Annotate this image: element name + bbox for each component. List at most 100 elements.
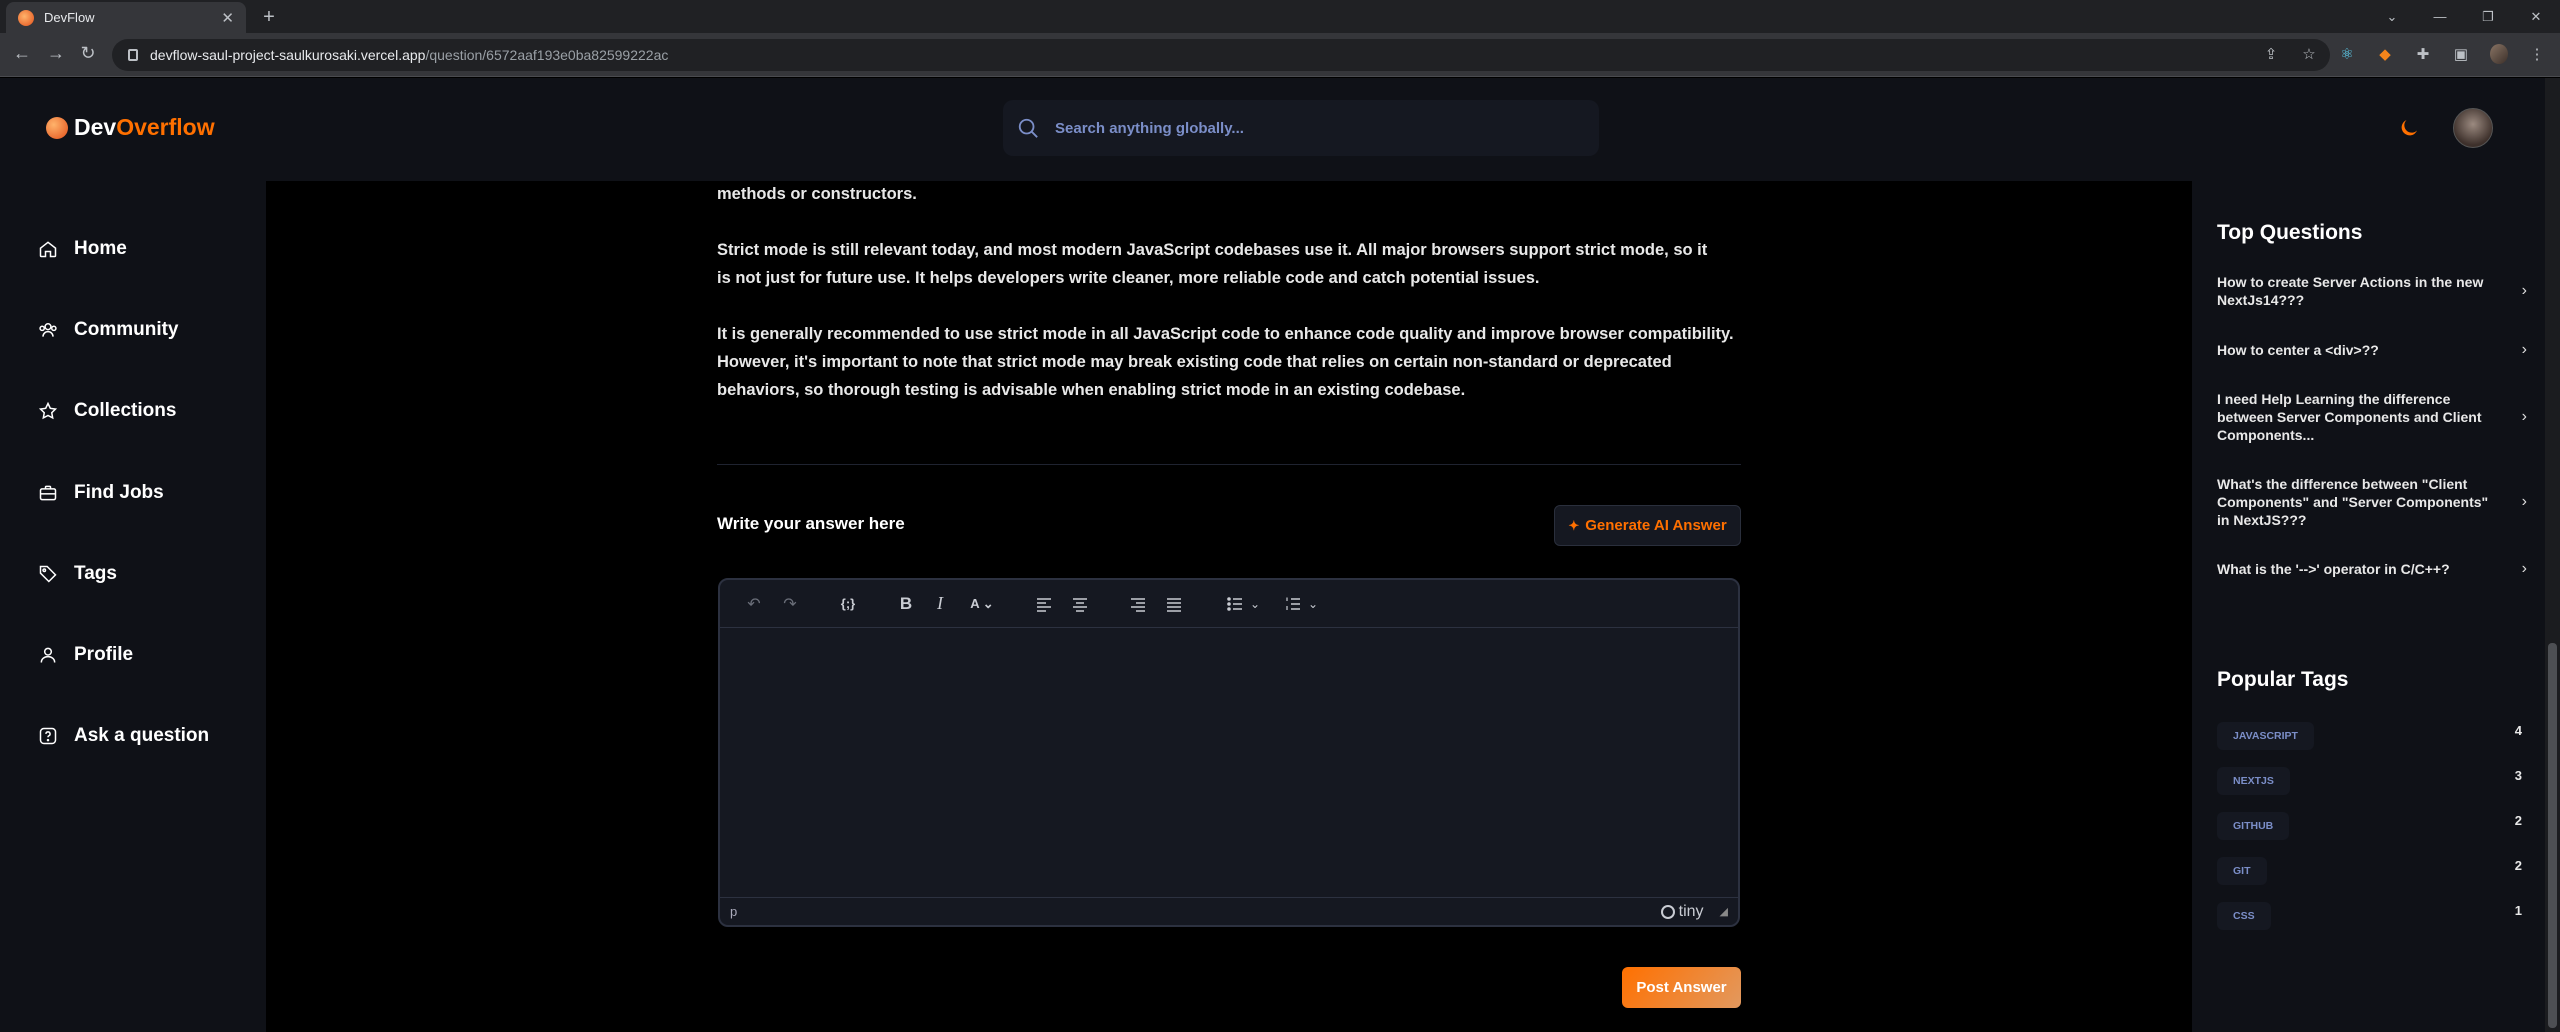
editor-statusbar: p tiny ◢ xyxy=(720,897,1738,925)
sidebar-item-ask-question[interactable]: Ask a question xyxy=(38,725,209,747)
sidebar-item-label: Ask a question xyxy=(74,725,210,746)
tag-pill[interactable]: JAVASCRIPT xyxy=(2217,722,2314,750)
window-close-icon[interactable]: ✕ xyxy=(2512,9,2560,25)
bullet-list-icon[interactable]: ⌄ xyxy=(1214,588,1272,620)
scrollbar-thumb[interactable] xyxy=(2548,643,2557,1028)
logo-icon xyxy=(46,116,68,139)
post-answer-button[interactable]: Post Answer xyxy=(1622,967,1741,1008)
minimize-icon[interactable]: — xyxy=(2416,9,2464,24)
sidebar-item-profile[interactable]: Profile xyxy=(38,644,133,666)
top-question-text: I need Help Learning the difference betw… xyxy=(2217,391,2482,443)
tag-pill[interactable]: GIT xyxy=(2217,857,2267,885)
sidebar-item-community[interactable]: Community xyxy=(38,319,179,341)
editor-content-area[interactable] xyxy=(720,628,1738,898)
editor-toolbar: ↶ ↷ {;} B I A ⌄ ⌄ ⌄ xyxy=(720,580,1738,628)
tag-row: NEXTJS 3 xyxy=(2217,767,2522,795)
divider xyxy=(717,464,1741,465)
reload-icon[interactable]: ↻ xyxy=(76,43,100,64)
address-bar: ← → ↻ devflow-saul-project-saulkurosaki.… xyxy=(0,33,2560,77)
codesample-icon[interactable]: {;} xyxy=(830,588,866,620)
top-question-text: What is the '-->' operator in C/C++? xyxy=(2217,561,2450,577)
search-input[interactable] xyxy=(1055,119,1555,137)
italic-icon[interactable]: I xyxy=(924,588,956,620)
tag-count: 3 xyxy=(2514,767,2522,783)
text-color-icon[interactable]: A ⌄ xyxy=(956,588,1008,620)
browser-tab[interactable]: DevFlow ✕ xyxy=(6,2,246,33)
tag-pill[interactable]: GITHUB xyxy=(2217,812,2290,840)
top-question-item[interactable]: How to center a <div>?? › xyxy=(2217,341,2527,359)
top-questions-title: Top Questions xyxy=(2217,221,2363,244)
react-devtools-icon[interactable]: ⚛ xyxy=(2338,45,2356,63)
new-tab-icon[interactable]: + xyxy=(257,5,281,29)
sparkles-icon: ✦ xyxy=(1568,517,1580,533)
tiny-brand[interactable]: tiny xyxy=(1660,902,1704,921)
generate-ai-answer-button[interactable]: ✦ Generate AI Answer xyxy=(1554,505,1741,546)
chevron-right-icon: › xyxy=(2521,282,2527,299)
url-path: /question/6572aaf193e0ba82599222ac xyxy=(425,47,669,63)
forward-icon[interactable]: → xyxy=(44,43,68,64)
resize-handle-icon[interactable]: ◢ xyxy=(1720,905,1728,918)
right-sidebar: Top Questions How to create Server Actio… xyxy=(2192,181,2545,1032)
share-icon[interactable]: ⇪ xyxy=(2262,45,2280,63)
chevron-right-icon: › xyxy=(2521,493,2527,510)
tiny-brand-label: tiny xyxy=(1678,902,1704,920)
tag-row: JAVASCRIPT 4 xyxy=(2217,722,2522,750)
tab-close-icon[interactable]: ✕ xyxy=(221,9,234,27)
align-center-icon[interactable] xyxy=(1062,588,1098,620)
tag-pill[interactable]: CSS xyxy=(2217,902,2271,930)
tag-pill[interactable]: NEXTJS xyxy=(2217,767,2290,795)
bookmark-star-icon[interactable]: ☆ xyxy=(2300,45,2318,63)
sidebar-item-find-jobs[interactable]: Find Jobs xyxy=(38,482,164,504)
extension-icons: ⇪ ☆ ⚛ ◆ ✚ ▣ ⋮ xyxy=(2262,44,2546,64)
sidebar-item-label: Collections xyxy=(74,400,177,421)
answer-paragraph: It is generally recommended to use stric… xyxy=(717,325,1734,399)
undo-icon[interactable]: ↶ xyxy=(736,588,772,620)
sidebar-item-tags[interactable]: Tags xyxy=(38,563,117,585)
write-answer-label: Write your answer here xyxy=(717,514,905,533)
sidebar-item-label: Profile xyxy=(74,644,134,665)
top-question-text: What's the difference between "Client Co… xyxy=(2217,476,2489,528)
top-question-item[interactable]: What is the '-->' operator in C/C++? › xyxy=(2217,560,2527,578)
popular-tags-title: Popular Tags xyxy=(2217,668,2349,691)
extensions-puzzle-icon[interactable]: ✚ xyxy=(2414,45,2432,63)
moon-icon[interactable] xyxy=(2397,116,2421,140)
align-justify-icon[interactable] xyxy=(1156,588,1192,620)
side-panel-icon[interactable]: ▣ xyxy=(2452,45,2470,63)
restore-icon[interactable]: ❐ xyxy=(2464,9,2512,25)
app-header: DevOverflow xyxy=(0,78,2545,181)
page-scrollbar[interactable] xyxy=(2545,78,2560,1032)
bold-icon[interactable]: B xyxy=(888,588,924,620)
top-question-item[interactable]: I need Help Learning the difference betw… xyxy=(2217,390,2527,444)
chevron-right-icon: › xyxy=(2521,341,2527,358)
user-icon xyxy=(40,647,56,663)
menu-kebab-icon[interactable]: ⋮ xyxy=(2528,45,2546,63)
redo-icon[interactable]: ↷ xyxy=(772,588,808,620)
sidebar-item-label: Tags xyxy=(74,563,117,584)
back-icon[interactable]: ← xyxy=(10,43,34,64)
tab-title: DevFlow xyxy=(44,10,95,25)
top-question-item[interactable]: What's the difference between "Client Co… xyxy=(2217,475,2527,529)
align-right-icon[interactable] xyxy=(1120,588,1156,620)
tab-search-icon[interactable]: ⌄ xyxy=(2368,9,2416,25)
top-question-text: How to center a <div>?? xyxy=(2217,342,2379,358)
question-icon xyxy=(39,727,57,745)
metamask-icon[interactable]: ◆ xyxy=(2376,45,2394,63)
tag-count: 4 xyxy=(2514,722,2522,738)
devflow-favicon-icon xyxy=(18,9,34,26)
profile-avatar-icon[interactable] xyxy=(2490,44,2508,64)
global-search[interactable] xyxy=(1003,100,1599,156)
avatar[interactable] xyxy=(2453,108,2493,148)
top-question-item[interactable]: How to create Server Actions in the new … xyxy=(2217,273,2527,309)
sidebar-item-collections[interactable]: Collections xyxy=(38,400,176,422)
url-field[interactable]: devflow-saul-project-saulkurosaki.vercel… xyxy=(112,39,2330,71)
suitcase-icon xyxy=(39,485,57,501)
star-icon xyxy=(38,401,58,420)
tag-count: 2 xyxy=(2514,812,2522,828)
align-left-icon[interactable] xyxy=(1026,588,1062,620)
window-controls: ⌄ — ❐ ✕ xyxy=(2368,0,2560,33)
tag-count: 1 xyxy=(2514,902,2522,918)
element-path[interactable]: p xyxy=(730,904,1661,919)
numbered-list-icon[interactable]: ⌄ xyxy=(1272,588,1330,620)
logo[interactable]: DevOverflow xyxy=(46,114,215,141)
sidebar-item-home[interactable]: Home xyxy=(38,238,127,260)
